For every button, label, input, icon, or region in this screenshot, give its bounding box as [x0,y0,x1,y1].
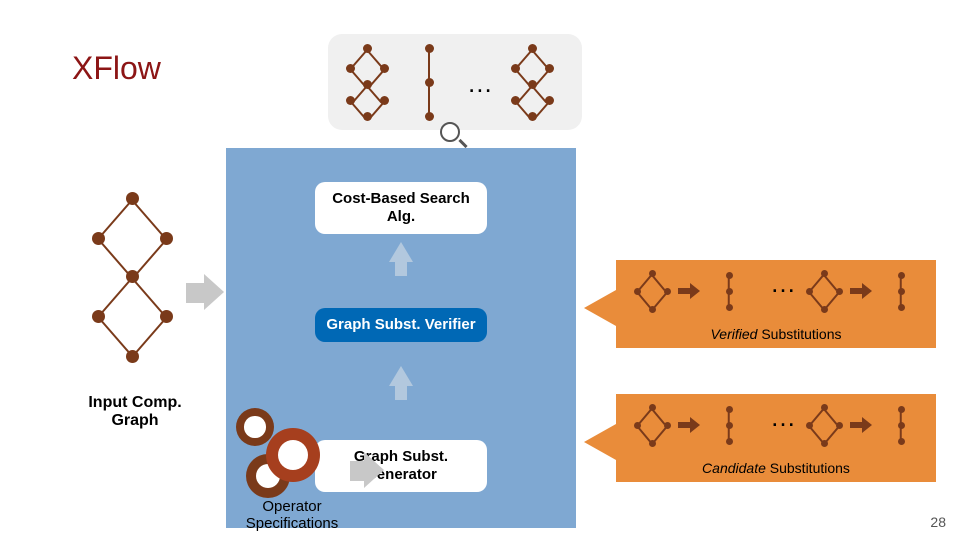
bubble-tail-icon [584,290,616,326]
input-computation-graph [84,192,180,382]
optimized-graphs-strip: … [328,34,582,130]
subst-target-graph-icon [879,268,923,314]
graph-thumbnail [400,42,458,122]
subst-target-graph-icon [707,268,751,314]
verifier-box: Graph Subst. Verifier [315,308,487,342]
subst-source-graph-icon [802,268,846,314]
up-arrow-icon [389,242,413,262]
bubble-tail-icon [584,424,616,460]
input-graph-label: Input Comp. Graph [70,394,200,430]
ellipsis-icon: … [463,68,499,99]
operator-spec-label: Operator Specifications [232,498,352,532]
subst-target-graph-icon [879,402,923,448]
subst-arrow-icon [678,284,702,298]
candidate-subs-panel: … Candidate Substitutions [616,394,936,482]
slide-title: XFlow [72,50,161,87]
up-arrow-icon [389,366,413,386]
cost-search-box: Cost-Based Search Alg. [315,182,487,234]
subst-source-graph-icon [802,402,846,448]
slide-number: 28 [930,514,946,530]
subst-arrow-icon [678,418,702,432]
gears-icon [236,408,346,498]
subst-source-graph-icon [630,402,674,448]
subst-arrow-icon [850,418,874,432]
ellipsis-icon: … [766,268,802,299]
ellipsis-icon: … [766,402,802,433]
candidate-subs-label: Candidate Substitutions [616,460,936,476]
subst-target-graph-icon [707,402,751,448]
graph-thumbnail [503,42,561,122]
graph-thumbnail [338,42,396,122]
verified-subs-panel: … Verified Substitutions [616,260,936,348]
verified-subs-label: Verified Substitutions [616,326,936,342]
subst-source-graph-icon [630,268,674,314]
subst-arrow-icon [850,284,874,298]
